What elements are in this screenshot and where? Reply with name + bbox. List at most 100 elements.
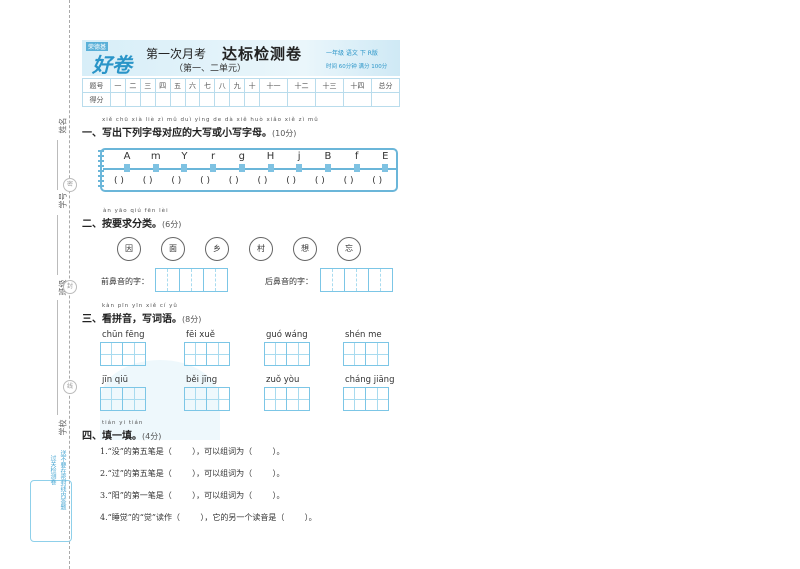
writing-grid[interactable] bbox=[343, 342, 389, 366]
score-cell[interactable] bbox=[169, 92, 186, 107]
score-cell[interactable] bbox=[342, 92, 372, 107]
answer-blank[interactable]: ( ) bbox=[229, 176, 239, 186]
student-id-line[interactable] bbox=[57, 215, 58, 275]
points: (4分) bbox=[142, 432, 162, 441]
section2-title: 二、按要求分类。(6分) bbox=[82, 215, 181, 230]
down-arrow-icon bbox=[238, 164, 245, 172]
score-cell[interactable] bbox=[124, 92, 141, 107]
section4-pinyin: tián yi tián bbox=[102, 420, 144, 426]
seal-mark: 封 bbox=[63, 280, 77, 294]
letter: H bbox=[266, 151, 275, 162]
front-nasal-label: 前鼻音的字： bbox=[101, 277, 149, 286]
seal-mark: 线 bbox=[63, 380, 77, 394]
promo-text: 过关检测卷 bbox=[49, 455, 56, 485]
score-cell[interactable] bbox=[370, 92, 401, 107]
exam-header: 荣德基 好卷 第一次月考 达标检测卷 （第一、二单元） 一年级 语文 下 R版 … bbox=[82, 40, 400, 77]
answer-blank[interactable]: ( ) bbox=[200, 176, 210, 186]
score-cell[interactable] bbox=[214, 92, 231, 107]
writing-grid[interactable] bbox=[184, 387, 230, 411]
pinyin-word: zuǒ yòu bbox=[266, 375, 300, 385]
section4-title: 四、填一填。(4分) bbox=[82, 427, 161, 442]
letter: E bbox=[382, 151, 389, 162]
points: (6分) bbox=[162, 220, 182, 229]
answer-blank[interactable]: ( ) bbox=[315, 176, 325, 186]
section-title-text: 三、看拼音，写词语。 bbox=[82, 314, 182, 325]
column-header: 十 bbox=[244, 78, 261, 93]
row-label: 得分 bbox=[82, 92, 111, 107]
answer-blank[interactable]: ( ) bbox=[143, 176, 153, 186]
section1-title: 一、写出下列字母对应的大写或小写字母。(10分) bbox=[82, 124, 296, 139]
character-face: 面 bbox=[161, 237, 185, 261]
down-arrow-icon bbox=[152, 164, 159, 172]
letter: f bbox=[354, 151, 359, 162]
answer-blank[interactable]: ( ) bbox=[114, 176, 124, 186]
score-cell[interactable] bbox=[314, 92, 344, 107]
section-title-text: 一、写出下列字母对应的大写或小写字母。 bbox=[82, 128, 272, 139]
seal-mark: 密 bbox=[63, 178, 77, 192]
score-cell[interactable] bbox=[109, 92, 126, 107]
score-cell[interactable] bbox=[139, 92, 156, 107]
character-face: 忘 bbox=[337, 237, 361, 261]
answer-blank[interactable]: ( ) bbox=[286, 176, 296, 186]
writing-grid[interactable] bbox=[100, 387, 146, 411]
pinyin-word: chūn fēng bbox=[102, 330, 145, 340]
question: 2.“过”的第五笔是（ ），可以组词为（ ）。 bbox=[100, 469, 285, 478]
score-cell[interactable] bbox=[259, 92, 288, 107]
section2-pinyin: àn yāo qiú fēn lèi bbox=[103, 208, 169, 214]
answer-blank[interactable]: ( ) bbox=[344, 176, 354, 186]
score-cell[interactable] bbox=[184, 92, 201, 107]
question: 3.“阳”的第一笔是（ ），可以组词为（ ）。 bbox=[100, 491, 285, 500]
section1-pinyin: xiě chū xià liè zì mǔ duì yìng de dà xiě… bbox=[102, 117, 319, 123]
down-arrow-icon bbox=[124, 164, 130, 172]
down-arrow-icon bbox=[296, 164, 303, 172]
column-header: 一 bbox=[109, 78, 126, 93]
back-nasal-grid[interactable] bbox=[320, 268, 393, 292]
score-cell[interactable] bbox=[229, 92, 246, 107]
pinyin-word: guó wáng bbox=[266, 330, 308, 340]
writing-grid[interactable] bbox=[264, 342, 310, 366]
down-arrow-icon bbox=[210, 164, 217, 172]
letter: Y bbox=[181, 151, 188, 162]
column-header: 四 bbox=[154, 78, 171, 93]
score-cell[interactable] bbox=[199, 92, 216, 107]
column-header: 十一 bbox=[259, 78, 288, 93]
score-cell[interactable] bbox=[244, 92, 261, 107]
writing-grid[interactable] bbox=[100, 342, 146, 366]
column-header: 二 bbox=[124, 78, 141, 93]
column-header: 七 bbox=[199, 78, 216, 93]
writing-grid[interactable] bbox=[264, 387, 310, 411]
letter: g bbox=[238, 151, 245, 162]
down-arrow-icon bbox=[181, 164, 188, 172]
points: (10分) bbox=[272, 129, 297, 138]
character-face: 乡 bbox=[205, 237, 229, 261]
question: 4.“睡觉”的“觉”读作（ ），它的另一个读音是（ ）。 bbox=[100, 513, 317, 522]
exam-title: 第一次月考 bbox=[146, 47, 207, 61]
score-cell[interactable] bbox=[287, 92, 316, 107]
pinyin-word: cháng jiāng bbox=[345, 375, 395, 385]
letter: j bbox=[297, 151, 301, 162]
answer-blank[interactable]: ( ) bbox=[258, 176, 268, 186]
column-header: 十三 bbox=[314, 78, 344, 93]
writing-grid[interactable] bbox=[184, 342, 230, 366]
school-label: 学校 bbox=[58, 419, 68, 436]
column-header: 三 bbox=[139, 78, 156, 93]
answer-blank[interactable]: ( ) bbox=[171, 176, 181, 186]
pinyin-word: běi jīng bbox=[186, 375, 218, 385]
column-header: 总分 bbox=[370, 78, 401, 93]
front-nasal-grid[interactable] bbox=[155, 268, 228, 292]
down-arrow-icon bbox=[353, 164, 360, 172]
score-table: 题号一二三四五六七八九十十一 十二 十三 十四 总分 得分 bbox=[82, 78, 401, 107]
letter: r bbox=[211, 151, 216, 162]
pinyin-word: fēi xuě bbox=[186, 330, 215, 340]
promo-text: 送不要在密封线内答题 bbox=[59, 450, 66, 510]
time-score-info: 时间 60分钟 满分 100分 bbox=[326, 64, 388, 70]
section-title-text: 四、填一填。 bbox=[82, 431, 142, 442]
score-cell[interactable] bbox=[154, 92, 171, 107]
answer-blank[interactable]: ( ) bbox=[372, 176, 382, 186]
writing-grid[interactable] bbox=[343, 387, 389, 411]
exam-page: 姓名 学号 班级 学校 密 封 线 过关检测卷 送不要在密封线内答题 荣德基 好… bbox=[0, 0, 800, 569]
letter: m bbox=[150, 151, 161, 162]
class-line[interactable] bbox=[57, 300, 58, 415]
name-line[interactable] bbox=[57, 140, 58, 190]
section3-pinyin: kàn pīn yīn xiě cí yǔ bbox=[102, 303, 178, 309]
